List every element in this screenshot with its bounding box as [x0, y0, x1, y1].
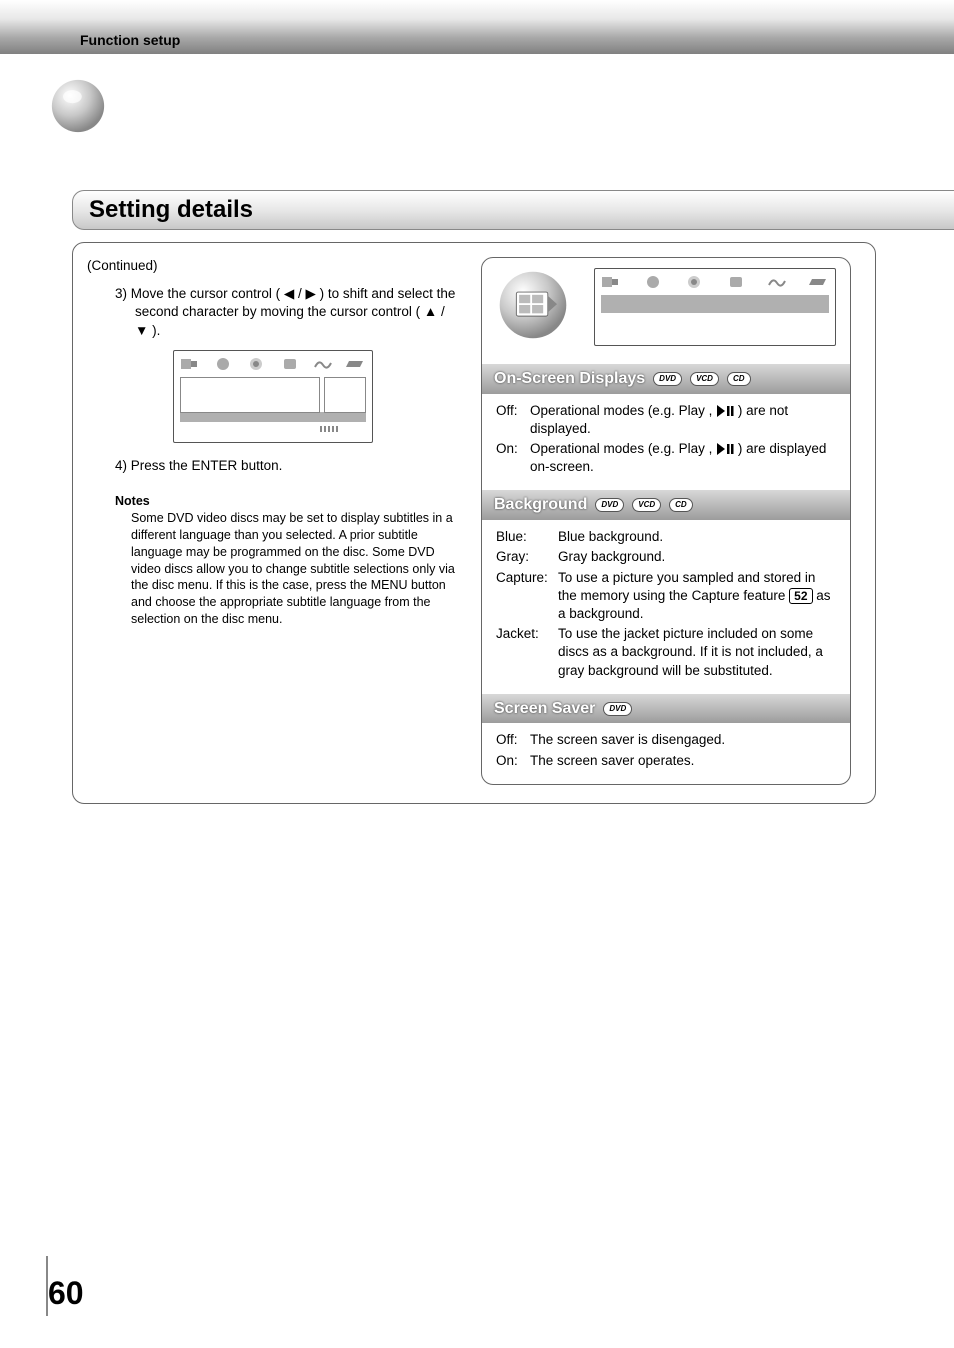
content-panel: (Continued) 3) Move the cursor control (… [72, 242, 876, 804]
osd-on-label: On: [496, 440, 530, 476]
bg-blue-label: Blue: [496, 528, 558, 546]
sphere-with-tv-icon [496, 268, 570, 342]
osd-body: Off: Operational modes (e.g. Play , ) ar… [482, 394, 850, 491]
tab-icon-1 [180, 357, 200, 371]
heading-osd-text: On-Screen Displays [494, 368, 645, 390]
bg-gray-label: Gray: [496, 548, 558, 566]
tab-icon-1b [601, 275, 621, 289]
ss-off-label: Off: [496, 731, 530, 749]
step-4-number: 4) [115, 458, 127, 473]
bg-blue-text: Blue background. [558, 528, 836, 546]
continued-label: (Continued) [87, 257, 459, 275]
bg-capture-a: To use a picture you sampled and stored … [558, 570, 815, 603]
tab-icon-4b [726, 275, 746, 289]
header-category: Function setup [80, 32, 180, 48]
tab-icon-5 [313, 357, 333, 371]
page-ref-52: 52 [789, 588, 812, 604]
mini-screen-figure-1 [87, 350, 459, 443]
ss-on-text: The screen saver operates. [530, 752, 836, 770]
notes-body: Some DVD video discs may be set to displ… [131, 510, 459, 628]
step-3-text: Move the cursor control ( ◀ / ▶ ) to shi… [131, 286, 456, 337]
badge-cd: CD [727, 372, 751, 386]
badge-vcd: VCD [690, 372, 719, 386]
section-title: Setting details [89, 196, 253, 224]
step-4: 4) Press the ENTER button. [115, 457, 459, 475]
right-top-figure [482, 258, 850, 364]
background-body: Blue: Blue background. Gray: Gray backgr… [482, 520, 850, 694]
notes-title: Notes [115, 493, 459, 510]
mini-field-a [180, 377, 320, 413]
tab-icon-2b [643, 275, 663, 289]
page-number: 60 [48, 1275, 84, 1312]
left-column: (Continued) 3) Move the cursor control (… [87, 257, 459, 785]
ss-off-text: The screen saver is disengaged. [530, 731, 836, 749]
right-mini-bar [601, 295, 829, 313]
step-3: 3) Move the cursor control ( ◀ / ▶ ) to … [115, 285, 459, 340]
bg-capture-label: Capture: [496, 569, 558, 624]
tab-icon-4 [280, 357, 300, 371]
tab-icon-3b [684, 275, 704, 289]
bg-jacket-text: To use the jacket picture included on so… [558, 625, 836, 680]
heading-background-text: Background [494, 494, 587, 516]
bg-jacket-label: Jacket: [496, 625, 558, 680]
mini-screen-figure-2 [594, 268, 836, 346]
heading-screensaver: Screen Saver DVD [482, 694, 850, 724]
heading-screensaver-text: Screen Saver [494, 698, 595, 720]
step-4-text: Press the ENTER button. [131, 458, 283, 473]
mini-slider-knob [320, 426, 338, 432]
badge-dvd: DVD [653, 372, 682, 386]
badge-dvd-2: DVD [595, 498, 624, 512]
step-3-number: 3) [115, 286, 127, 301]
heading-background: Background DVD VCD CD [482, 490, 850, 520]
osd-off-a: Operational modes (e.g. Play , [530, 403, 712, 418]
tab-icon-3 [246, 357, 266, 371]
osd-on-text: Operational modes (e.g. Play , ) are dis… [530, 440, 836, 476]
play-pause-icon [716, 404, 734, 418]
page-header-gradient: Function setup [0, 0, 954, 54]
mini-bar [180, 412, 366, 422]
play-pause-icon-2 [716, 442, 734, 456]
bg-gray-text: Gray background. [558, 548, 836, 566]
screensaver-body: Off: The screen saver is disengaged. On:… [482, 723, 850, 783]
ss-on-label: On: [496, 752, 530, 770]
osd-on-a: Operational modes (e.g. Play , [530, 441, 712, 456]
osd-off-text: Operational modes (e.g. Play , ) are not… [530, 402, 836, 438]
tab-icon-6 [346, 357, 366, 371]
sphere-icon [50, 78, 106, 134]
right-column: On-Screen Displays DVD VCD CD Off: Opera… [481, 257, 851, 785]
bg-capture-text: To use a picture you sampled and stored … [558, 569, 836, 624]
tab-icon-6b [809, 275, 829, 289]
mini-field-b [324, 377, 366, 413]
section-title-band: Setting details [72, 190, 954, 230]
tab-icon-2 [213, 357, 233, 371]
badge-vcd-2: VCD [632, 498, 661, 512]
badge-dvd-3: DVD [603, 702, 632, 716]
badge-cd-2: CD [669, 498, 693, 512]
osd-off-label: Off: [496, 402, 530, 438]
heading-osd: On-Screen Displays DVD VCD CD [482, 364, 850, 394]
tab-icon-5b [767, 275, 787, 289]
